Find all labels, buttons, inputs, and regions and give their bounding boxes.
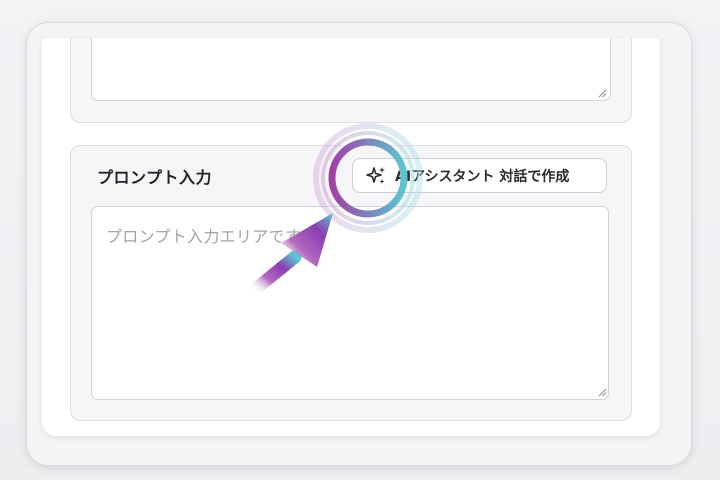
resize-grip-icon[interactable]	[598, 89, 607, 98]
previous-textarea[interactable]	[91, 38, 611, 101]
resize-grip-icon[interactable]	[598, 388, 607, 397]
stage: プロンプト入力 AIアシスタント 対話で作成 プロンプト入力エリアです	[0, 0, 720, 480]
prompt-textarea-placeholder: プロンプト入力エリアです	[106, 227, 302, 246]
ai-assistant-button-label: AIアシスタント 対話で作成	[395, 168, 570, 185]
prompt-textarea[interactable]: プロンプト入力エリアです	[91, 206, 609, 400]
ai-assistant-button[interactable]: AIアシスタント 対話で作成	[352, 158, 607, 193]
sparkle-icon	[366, 166, 385, 184]
prompt-input-label: プロンプト入力	[97, 168, 213, 187]
